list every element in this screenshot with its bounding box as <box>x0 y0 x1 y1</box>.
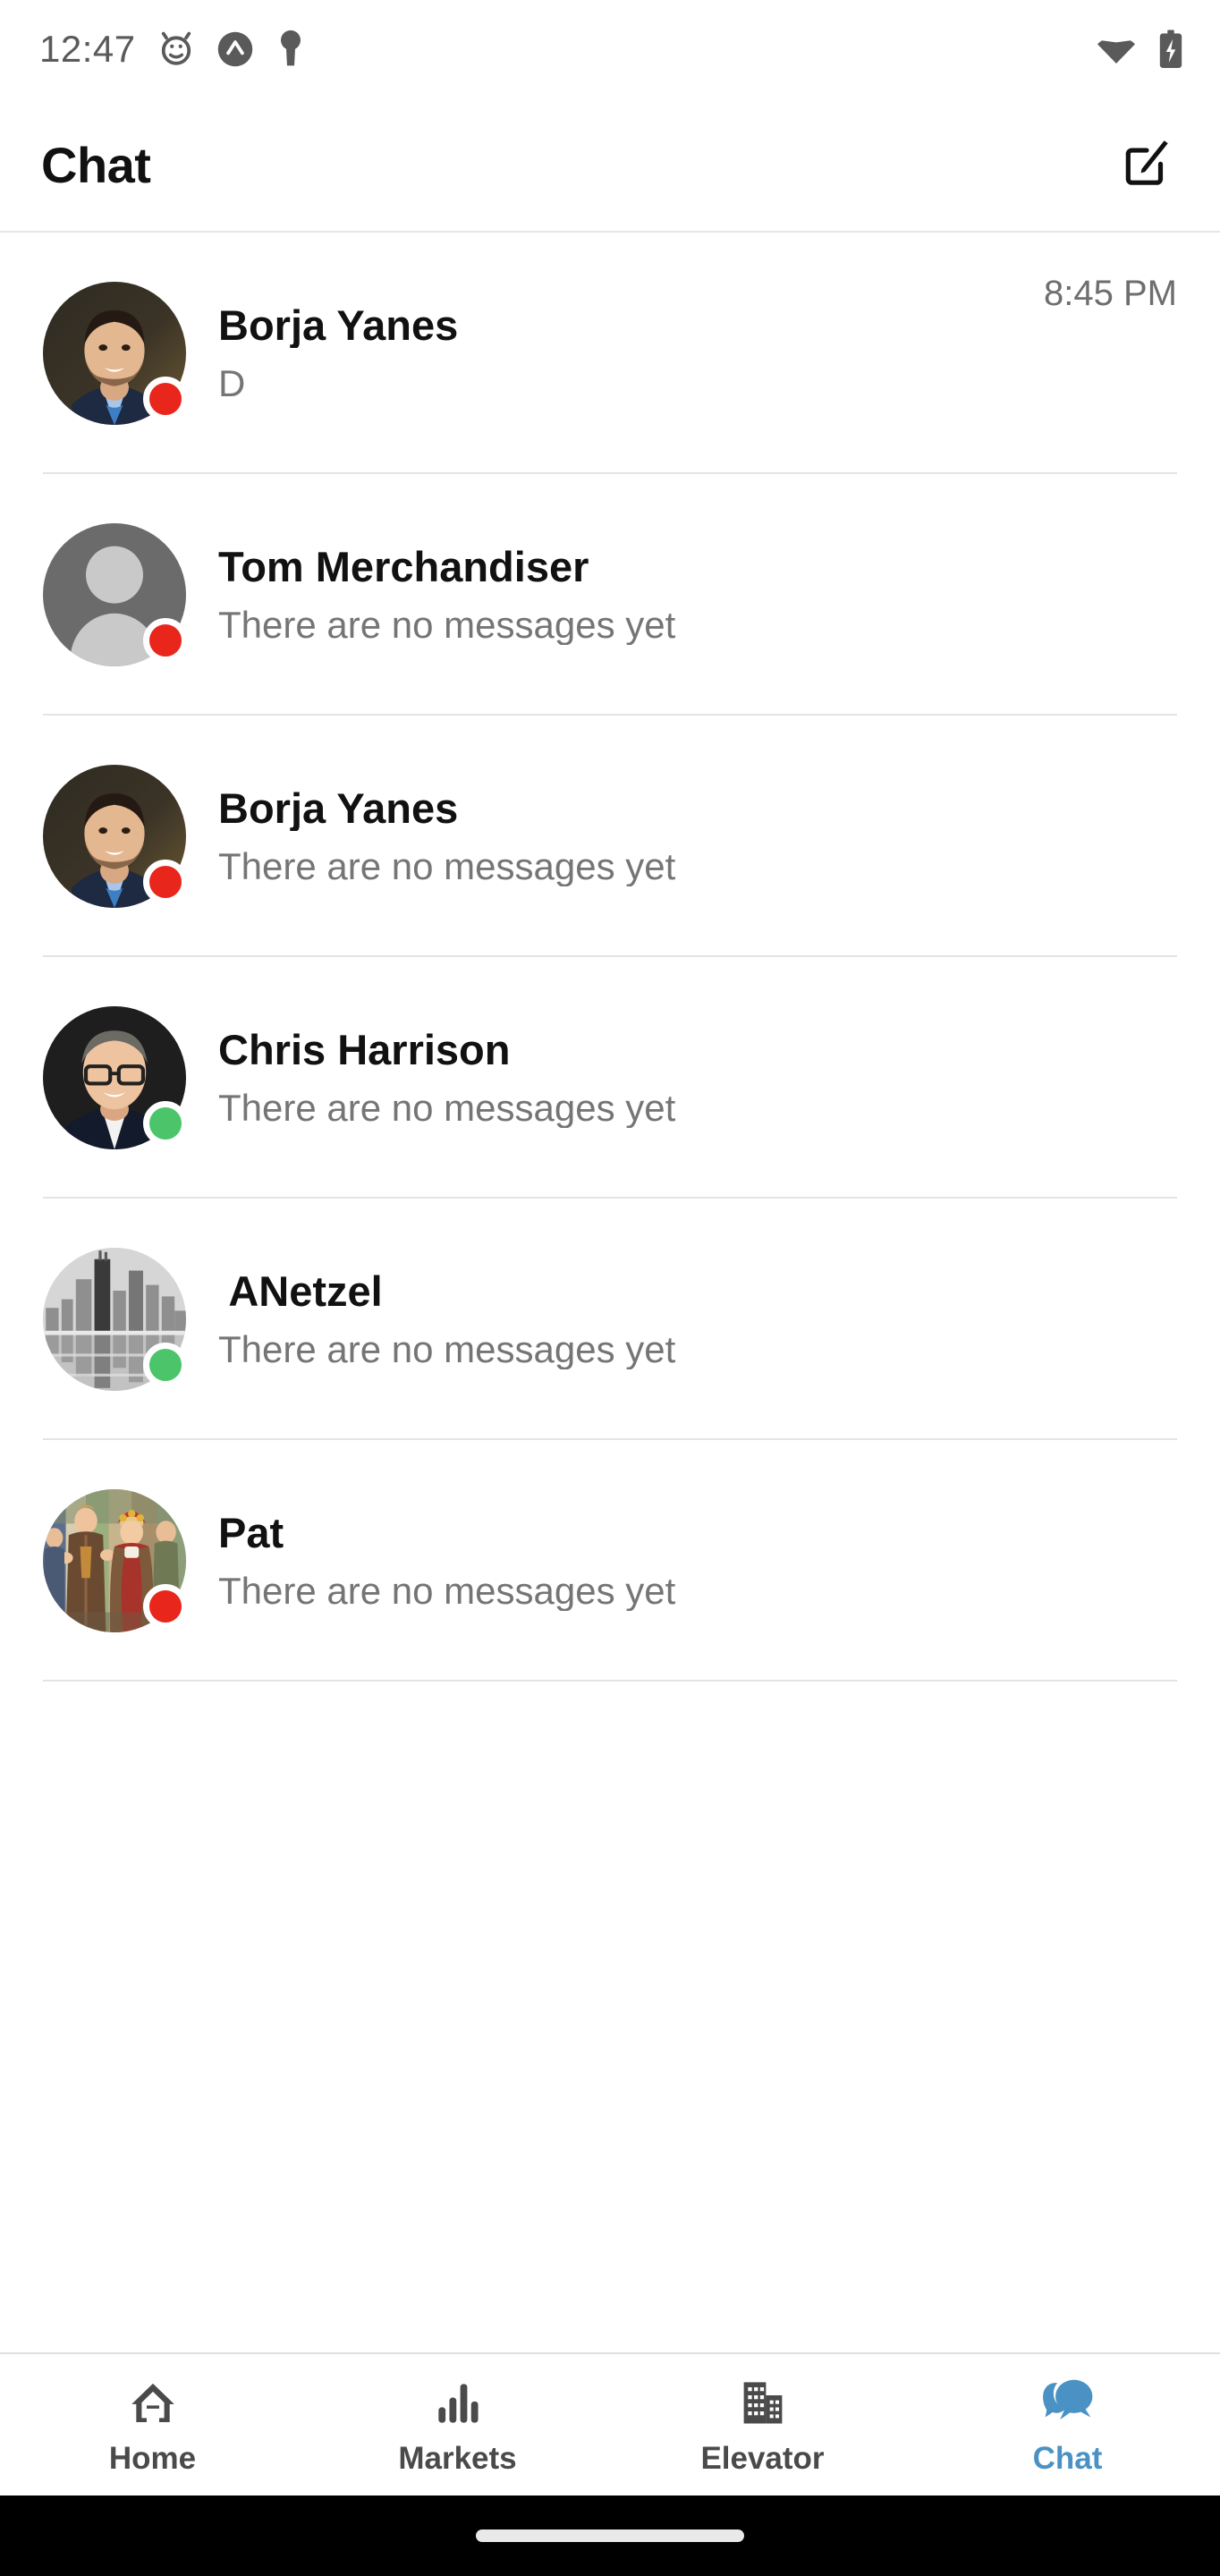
status-bar: 12:47 <box>0 0 1220 98</box>
avatar-wrap <box>43 523 188 666</box>
chat-list-item[interactable]: ANetzel There are no messages yet <box>0 1199 1220 1440</box>
chat-item-body: Tom Merchandiser There are no messages y… <box>186 545 1156 644</box>
status-dot-offline <box>143 377 188 421</box>
chat-item-body: Borja Yanes There are no messages yet <box>186 786 1156 886</box>
status-dot-online <box>143 1101 188 1146</box>
status-bar-left: 12:47 <box>39 28 304 71</box>
chat-preview-text: There are no messages yet <box>218 846 676 886</box>
system-gesture-area <box>0 2496 1220 2576</box>
battery-charging-icon <box>1157 29 1184 70</box>
alarm-clock-icon <box>159 30 193 68</box>
status-dot-online <box>143 1343 188 1387</box>
bottom-navigation: Home Markets Elevator Chat <box>0 2352 1220 2496</box>
chat-list-item[interactable]: Chris Harrison There are no messages yet <box>0 957 1220 1199</box>
nav-label-elevator: Elevator <box>700 2441 825 2476</box>
nav-item-markets[interactable]: Markets <box>305 2354 610 2496</box>
nav-item-elevator[interactable]: Elevator <box>610 2354 915 2496</box>
nav-label-chat: Chat <box>1032 2441 1103 2476</box>
status-dot-offline <box>143 860 188 904</box>
avatar-wrap <box>43 1489 188 1632</box>
compose-edit-icon <box>1119 135 1174 195</box>
chat-list-item[interactable]: Pat There are no messages yet <box>0 1440 1220 1682</box>
chat-preview-text: There are no messages yet <box>218 605 676 645</box>
chat-item-body: Pat There are no messages yet <box>186 1511 1156 1610</box>
status-dot-offline <box>143 618 188 663</box>
key-icon <box>277 30 304 69</box>
chat-list: Borja Yanes D 8:45 PM Tom Merchandiser T… <box>0 233 1220 2352</box>
chat-item-body: Chris Harrison There are no messages yet <box>186 1028 1156 1127</box>
chat-preview-text: D <box>218 363 246 403</box>
home-indicator[interactable] <box>476 2529 744 2542</box>
page-title: Chat <box>41 136 151 193</box>
avatar-wrap <box>43 1248 188 1391</box>
bar-chart-icon <box>435 2373 481 2428</box>
status-dot-offline <box>143 1584 188 1629</box>
home-icon <box>127 2373 179 2428</box>
chat-item-body: ANetzel There are no messages yet <box>186 1269 1156 1368</box>
building-icon <box>739 2373 787 2428</box>
status-bar-clock: 12:47 <box>39 28 136 70</box>
nav-item-chat[interactable]: Chat <box>915 2354 1220 2496</box>
circle-chevron-icon <box>216 30 254 68</box>
avatar-wrap <box>43 1006 188 1149</box>
chat-timestamp: 8:45 PM <box>1044 274 1177 313</box>
nav-label-home: Home <box>108 2441 197 2476</box>
nav-item-home[interactable]: Home <box>0 2354 305 2496</box>
chat-contact-name: Chris Harrison <box>218 1028 511 1072</box>
chat-list-item[interactable]: Tom Merchandiser There are no messages y… <box>0 474 1220 716</box>
wifi-icon <box>1095 31 1138 67</box>
nav-label-markets: Markets <box>398 2441 517 2476</box>
app-screen: 12:47 Chat Borja Yanes D 8:45 PM Tom Mer… <box>0 0 1220 2576</box>
avatar-wrap <box>43 765 188 908</box>
chat-preview-text: There are no messages yet <box>218 1329 676 1369</box>
chat-contact-name: Borja Yanes <box>218 303 459 348</box>
chat-list-item[interactable]: Borja Yanes There are no messages yet <box>0 716 1220 957</box>
avatar-wrap <box>43 282 188 425</box>
chat-contact-name: Pat <box>218 1511 284 1555</box>
chat-contact-name: Tom Merchandiser <box>218 545 589 589</box>
chat-contact-name: ANetzel <box>218 1269 383 1314</box>
chat-preview-text: There are no messages yet <box>218 1088 676 1128</box>
chat-bubble-icon <box>1040 2373 1096 2428</box>
status-bar-right <box>1095 29 1184 70</box>
compose-button[interactable] <box>1111 129 1182 200</box>
chat-preview-text: There are no messages yet <box>218 1571 676 1611</box>
chat-contact-name: Borja Yanes <box>218 786 459 831</box>
app-header: Chat <box>0 98 1220 233</box>
chat-list-item[interactable]: Borja Yanes D 8:45 PM <box>0 233 1220 474</box>
chat-item-body: Borja Yanes D <box>186 303 1022 402</box>
header-actions <box>1111 129 1182 200</box>
